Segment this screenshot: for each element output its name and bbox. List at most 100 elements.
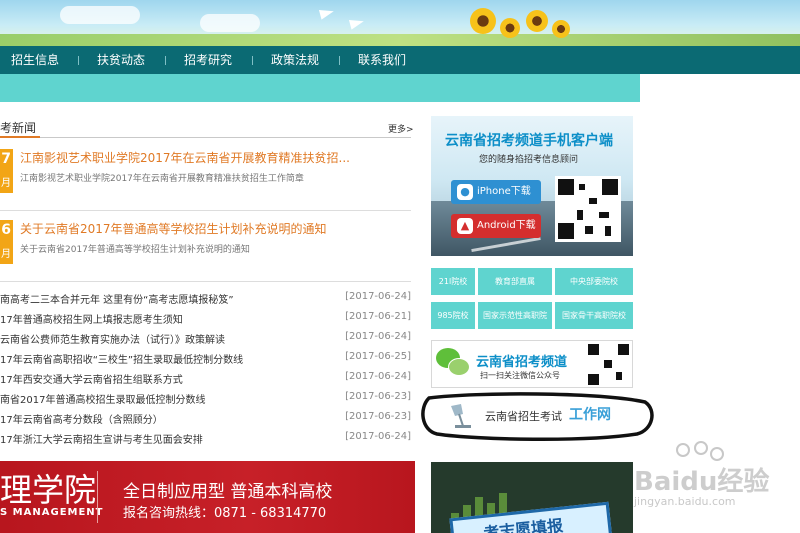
date-badge: 6 月	[0, 220, 13, 264]
nav-item-contact[interactable]: 联系我们	[358, 46, 406, 74]
nav-item-policy[interactable]: 政策法规	[271, 46, 319, 74]
news-title[interactable]: 17年云南省高考分数段（含照顾分）	[0, 411, 163, 426]
qr-dot	[605, 226, 611, 236]
news-date: [2017-06-24]	[345, 371, 411, 382]
paw-icon	[694, 441, 708, 455]
qr-corner	[558, 179, 574, 195]
qr-dot	[604, 360, 612, 368]
link-985-schools[interactable]: 985院校	[431, 302, 475, 329]
android-download-label: Android下载	[477, 220, 536, 231]
baidu-jingyan-watermark: Baidu经验 jingyan.baidu.com	[618, 441, 798, 521]
android-download-button[interactable]: ▲ Android下载	[451, 214, 541, 238]
volunteer-filling-banner[interactable]: 考志愿填报	[431, 462, 633, 533]
link-211-schools[interactable]: 21l院校	[431, 268, 475, 295]
link-central-ministry[interactable]: 中央部委院校	[555, 268, 633, 295]
paper-plane-icon	[348, 16, 366, 30]
news-title[interactable]: 17年普通高校招生网上填报志愿考生须知	[0, 311, 183, 326]
qr-corner	[588, 344, 599, 355]
news-title[interactable]: 云南省公费师范生教育实施办法（试行）》政策解读	[0, 331, 225, 346]
college-name-calligraphy: 理学院	[0, 471, 97, 509]
sunflower-icon	[552, 20, 570, 38]
nav-separator	[165, 56, 166, 65]
college-english-name: S MANAGEMENT	[0, 507, 104, 518]
app-card-subtitle: 您的随身掐招考信息顾问	[479, 155, 579, 165]
sunflower-icon	[500, 18, 520, 38]
date-month: 月	[1, 178, 11, 189]
wechat-qr-code	[586, 342, 631, 387]
main-nav: 招生信息 扶贫动态 招考研究 政策法规 联系我们	[0, 46, 800, 74]
divider-accent	[0, 136, 40, 138]
nav-separator	[339, 56, 340, 65]
news-title[interactable]: 17年西安交通大学云南省招生组联系方式	[0, 371, 183, 386]
qr-dot	[589, 198, 597, 204]
band-gap	[640, 74, 800, 102]
ad-slogan: 全日制应用型 普通本科高校	[123, 482, 333, 502]
link-demo-vocational[interactable]: 国家示范性高职院	[478, 302, 552, 329]
header-banner	[0, 0, 800, 46]
list-item[interactable]: 17年普通高校招生网上填报志愿考生须知 [2017-06-21]	[0, 311, 411, 331]
news-title[interactable]: 17年浙江大学云南招生宣讲与考生见面会安排	[0, 431, 203, 446]
link-moe-direct[interactable]: 教育部直属	[478, 268, 552, 295]
featured-news-item[interactable]: 6 月 关于云南省2017年普通高等学校招生计划补充说明的通知 关于云南省201…	[0, 220, 411, 276]
list-item[interactable]: 南省2017年普通高校招生录取最低控制分数线 [2017-06-23]	[0, 391, 411, 411]
list-item[interactable]: 17年云南省高职招收“三校生”招生录取最低控制分数线 [2017-06-25]	[0, 351, 411, 371]
divider	[0, 210, 411, 211]
date-day: 6	[1, 222, 11, 238]
watermark-text: Baidu经验	[634, 467, 770, 497]
qr-corner	[602, 179, 618, 195]
android-icon: ▲	[457, 218, 473, 234]
date-badge: 7 月	[0, 149, 13, 193]
nav-item-enrollment[interactable]: 招生信息	[11, 46, 59, 74]
qr-corner	[588, 374, 599, 385]
nav-separator	[78, 56, 79, 65]
lamp-icon	[451, 404, 471, 428]
nav-item-poverty-aid[interactable]: 扶贫动态	[97, 46, 145, 74]
page: 招生信息 扶贫动态 招考研究 政策法规 联系我们 考新闻 更多> 7 月 江南影…	[0, 0, 800, 533]
link-key-vocational[interactable]: 国家骨干高职院校	[555, 302, 633, 329]
news-title[interactable]: 南省2017年普通高校招生录取最低控制分数线	[0, 391, 205, 406]
date-month: 月	[1, 249, 11, 260]
cloud-decoration	[60, 6, 140, 24]
news-date: [2017-06-23]	[345, 411, 411, 422]
qr-dot	[599, 212, 609, 218]
featured-news-item[interactable]: 7 月 江南影视艺术职业学院2017年在云南省开展教育精准扶贫招... 江南影视…	[0, 149, 411, 205]
exam-network-label: 云南省招生考试	[485, 410, 562, 423]
college-ad-banner[interactable]: 理学院 S MANAGEMENT 全日制应用型 普通本科高校 报名咨询热线：08…	[0, 461, 415, 533]
wechat-card[interactable]: 云南省招考频道 扫一扫关注微信公众号	[431, 340, 633, 388]
cloud-decoration	[200, 14, 260, 32]
nav-item-exam-research[interactable]: 招考研究	[184, 46, 232, 74]
featured-news-title[interactable]: 江南影视艺术职业学院2017年在云南省开展教育精准扶贫招...	[20, 149, 350, 166]
paw-icon	[710, 447, 724, 461]
news-date: [2017-06-24]	[345, 331, 411, 342]
news-section-title: 考新闻	[0, 121, 37, 135]
wechat-icon	[436, 348, 470, 378]
teal-band	[0, 74, 800, 102]
wechat-hint: 扫一扫关注微信公众号	[480, 371, 560, 380]
app-qr-code	[555, 176, 621, 242]
news-title[interactable]: 17年云南省高职招收“三校生”招生录取最低控制分数线	[0, 351, 243, 366]
list-item[interactable]: 南高考二三本合并元年 这里有份“高考志愿填报秘笈” [2017-06-24]	[0, 291, 411, 311]
nav-separator	[252, 56, 253, 65]
list-item[interactable]: 云南省公费师范生教育实施办法（试行）》政策解读 [2017-06-24]	[0, 331, 411, 351]
news-date: [2017-06-24]	[345, 431, 411, 442]
featured-news-title[interactable]: 关于云南省2017年普通高等学校招生计划补充说明的通知	[20, 220, 327, 237]
grass-decoration	[0, 34, 800, 46]
sunflower-icon	[470, 8, 496, 34]
news-title[interactable]: 南高考二三本合并元年 这里有份“高考志愿填报秘笈”	[0, 291, 234, 306]
featured-news-desc: 江南影视艺术职业学院2017年在云南省开展教育精准扶贫招生工作简章	[20, 174, 304, 184]
paper-plane-icon	[318, 6, 336, 20]
news-date: [2017-06-25]	[345, 351, 411, 362]
news-date: [2017-06-23]	[345, 391, 411, 402]
qr-dot	[585, 226, 593, 234]
more-link[interactable]: 更多>	[388, 122, 414, 135]
list-item[interactable]: 17年云南省高考分数段（含照顾分） [2017-06-23]	[0, 411, 411, 431]
list-item[interactable]: 17年西安交通大学云南省招生组联系方式 [2017-06-24]	[0, 371, 411, 391]
apple-icon: ●	[457, 184, 473, 200]
exam-work-network-link[interactable]: 云南省招生考试 工作网	[417, 390, 657, 442]
news-date: [2017-06-21]	[345, 311, 411, 322]
news-date: [2017-06-24]	[345, 291, 411, 302]
iphone-download-button[interactable]: ● iPhone下载	[451, 180, 541, 204]
divider	[97, 471, 98, 523]
list-item[interactable]: 17年浙江大学云南招生宣讲与考生见面会安排 [2017-06-24]	[0, 431, 411, 451]
qr-corner	[618, 344, 629, 355]
